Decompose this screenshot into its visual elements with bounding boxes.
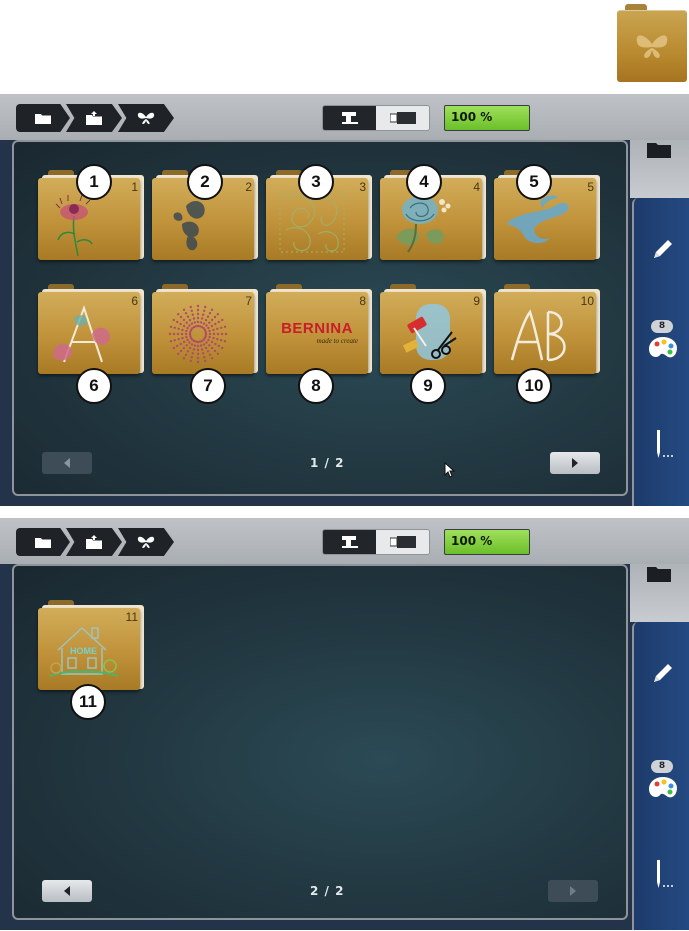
breadcrumb-folder[interactable] (16, 104, 70, 132)
design-folder-10[interactable]: 10 (494, 284, 600, 374)
folder-number: 11 (125, 610, 138, 624)
needle-icon[interactable] (648, 858, 676, 892)
sewing-tools-design-icon (402, 304, 457, 360)
callout-6: 6 (76, 368, 112, 404)
callout-1: 1 (76, 164, 112, 200)
side-panel: 8 (632, 622, 689, 930)
side-panel: 8 (632, 198, 689, 506)
breadcrumb (16, 528, 174, 556)
folder-up-icon (86, 111, 102, 125)
breadcrumb-butterfly[interactable] (118, 528, 174, 556)
zoom-level[interactable]: 100 % (444, 529, 530, 555)
arrow-left-icon (64, 886, 70, 896)
mode-toggle (322, 529, 430, 555)
prev-page-button[interactable] (42, 880, 92, 902)
sewing-mode-button[interactable] (323, 530, 376, 554)
callout-11: 11 (70, 684, 106, 720)
monogram-design-icon (510, 309, 566, 362)
callout-5: 5 (516, 164, 552, 200)
prev-page-button[interactable] (42, 452, 92, 474)
arrow-left-icon (64, 458, 70, 468)
paisley-letter-design-icon (53, 304, 110, 363)
folder-icon (35, 114, 51, 124)
folder-icon (647, 567, 671, 582)
callout-7: 7 (190, 368, 226, 404)
screen-page-2: 100 % 8 11 HOME 11 2 / 2 (0, 518, 689, 930)
next-page-button[interactable] (550, 452, 600, 474)
design-folder-6[interactable]: 6 (38, 284, 144, 374)
folder-number: 7 (245, 294, 252, 308)
arrow-right-icon (570, 886, 576, 896)
callout-2: 2 (187, 164, 223, 200)
next-page-button[interactable] (548, 880, 598, 902)
folder-number: 2 (245, 180, 252, 194)
cursor-icon (444, 462, 456, 478)
sewing-machine-icon (341, 112, 358, 124)
folder-up-icon (86, 535, 102, 549)
design-folder-7[interactable]: 7 (152, 284, 258, 374)
color-count-badge: 8 (651, 760, 673, 773)
folder-button[interactable] (646, 140, 674, 162)
manual-page: 100 % 8 1 2 3 4 5 6 7 8 BERNINA made to … (0, 0, 689, 931)
page-indicator: 2 / 2 (310, 884, 345, 898)
folder-number: 3 (359, 180, 366, 194)
embroidery-module-icon (389, 536, 416, 548)
folder-icon (35, 538, 51, 548)
sewing-mode-button[interactable] (323, 106, 376, 130)
house-design-icon: HOME (49, 626, 119, 677)
embroidery-mode-button[interactable] (376, 530, 429, 554)
bernina-logo: BERNINA made to create (281, 320, 358, 345)
arrow-right-icon (572, 458, 578, 468)
folder-number: 4 (473, 180, 480, 194)
callout-8: 8 (298, 368, 334, 404)
pencil-icon[interactable] (648, 236, 676, 264)
folder-icon (647, 143, 671, 158)
svg-text:HOME: HOME (70, 646, 97, 656)
zoom-level[interactable]: 100 % (444, 105, 530, 131)
page-indicator: 1 / 2 (310, 456, 345, 470)
folder-number: 1 (131, 180, 138, 194)
butterfly-icon (137, 536, 155, 548)
callout-4: 4 (406, 164, 442, 200)
design-folder-11[interactable]: 11 HOME (38, 600, 144, 690)
color-count-badge: 8 (651, 320, 673, 333)
breadcrumb-folder[interactable] (16, 528, 70, 556)
breadcrumb (16, 104, 174, 132)
sunburst-dots-design-icon (168, 304, 228, 364)
folder-number: 6 (131, 294, 138, 308)
embroidery-module-icon (389, 112, 416, 124)
sewing-machine-icon (341, 536, 358, 548)
folder-number: 8 (359, 294, 366, 308)
folder-button[interactable] (646, 564, 674, 586)
callout-9: 9 (410, 368, 446, 404)
folder-number: 10 (580, 294, 594, 308)
butterfly-icon (137, 112, 155, 124)
design-folder-8[interactable]: 8 BERNINA made to create (266, 284, 372, 374)
screen-page-1: 100 % 8 1 2 3 4 5 6 7 8 BERNINA made to … (0, 94, 689, 506)
folder-number: 9 (473, 294, 480, 308)
mode-toggle (322, 105, 430, 131)
breadcrumb-butterfly[interactable] (118, 104, 174, 132)
callout-3: 3 (298, 164, 334, 200)
palette-icon[interactable] (648, 335, 678, 361)
breadcrumb-folder-up[interactable] (66, 104, 122, 132)
needle-icon[interactable] (648, 428, 676, 462)
breadcrumb-folder-up[interactable] (66, 528, 122, 556)
folder-number: 5 (587, 180, 594, 194)
pencil-icon[interactable] (648, 660, 676, 688)
butterfly-folder-icon (617, 4, 687, 82)
embroidery-mode-button[interactable] (376, 106, 429, 130)
callout-10: 10 (516, 368, 552, 404)
palette-icon[interactable] (648, 775, 678, 801)
design-folder-9[interactable]: 9 (380, 284, 486, 374)
